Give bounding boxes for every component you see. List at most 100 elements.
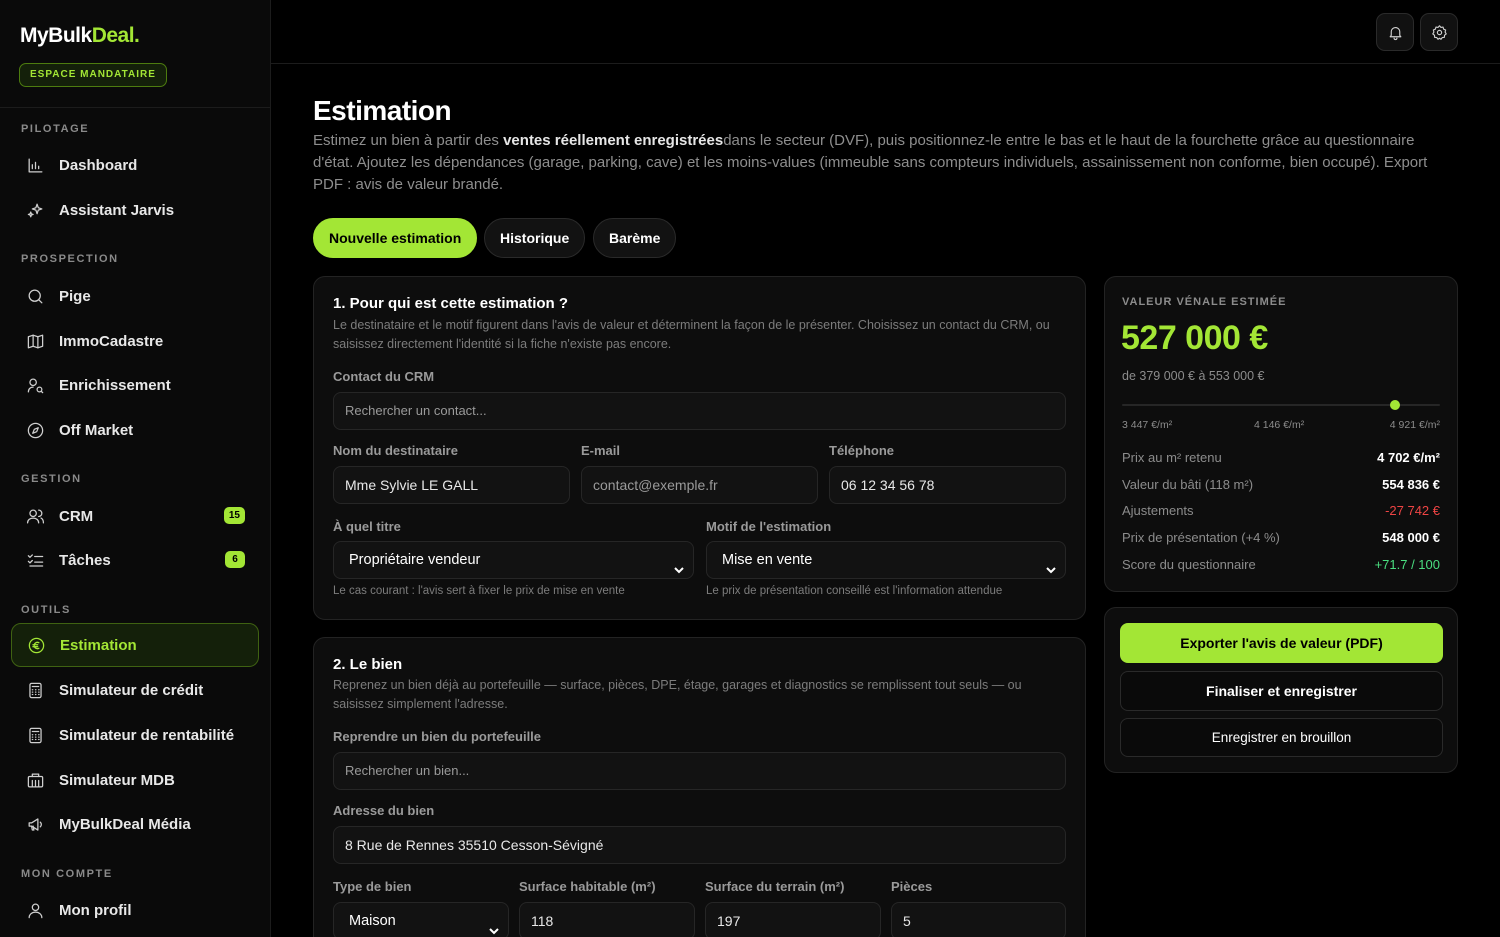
finalize-button[interactable]: Finaliser et enregistrer [1120, 671, 1443, 711]
sidebar-item-enrichissement[interactable]: Enrichissement [11, 363, 259, 407]
stat-label: Prix au m² retenu [1122, 450, 1222, 465]
crm-contact-search-input[interactable]: Rechercher un contact... [333, 392, 1066, 430]
notifications-button[interactable] [1376, 13, 1414, 51]
property-type-select[interactable]: Maison [333, 902, 509, 937]
stat-value: 4 702 €/m² [1377, 450, 1440, 465]
sidebar-item-mon-profil[interactable]: Mon profil [11, 888, 259, 932]
euro-icon [26, 635, 46, 655]
sidebar-item-simulateur-credit[interactable]: Simulateur de crédit [11, 668, 259, 712]
section-title: 2. Le bien [333, 656, 403, 673]
chevron-down-icon [1045, 554, 1057, 574]
range-mid-label: 4 146 €/m² [1254, 419, 1305, 431]
tab-historique[interactable]: Historique [484, 218, 586, 258]
sidebar-item-assistant-jarvis[interactable]: Assistant Jarvis [11, 188, 259, 232]
sidebar-item-pige[interactable]: Pige [11, 274, 259, 318]
living-area-label: Surface habitable (m²) [519, 879, 656, 894]
space-badge: ESPACE MANDATAIRE [19, 63, 167, 87]
email-field[interactable]: contact@exemple.fr [581, 466, 818, 504]
sidebar-item-immocadastre[interactable]: ImmoCadastre [11, 319, 259, 363]
sidebar-item-label: Pige [59, 287, 91, 305]
motif-select[interactable]: Mise en vente [706, 541, 1066, 579]
sidebar-item-taches[interactable]: Tâches 6 [11, 538, 259, 582]
save-draft-button[interactable]: Enregistrer en brouillon [1120, 718, 1443, 757]
role-hint: Le cas courant : l'avis sert à fixer le … [333, 585, 625, 597]
portfolio-search-input[interactable]: Rechercher un bien... [333, 752, 1066, 790]
sidebar-item-label: CRM [59, 507, 94, 525]
stat-value: 554 836 € [1382, 477, 1440, 492]
rooms-label: Pièces [891, 879, 933, 894]
price-range-track [1122, 400, 1440, 410]
map-icon [25, 331, 45, 351]
section-title-outils: OUTILS [21, 604, 71, 616]
sidebar-item-label: Mon profil [59, 901, 132, 919]
export-pdf-button[interactable]: Exporter l'avis de valeur (PDF) [1120, 623, 1443, 663]
motif-hint: Le prix de présentation conseillé est l'… [706, 585, 1003, 597]
land-area-input[interactable]: 197 [705, 902, 881, 937]
property-type-label: Type de bien [333, 879, 412, 894]
sidebar-item-dashboard[interactable]: Dashboard [11, 143, 259, 187]
recipient-name-input[interactable]: Mme Sylvie LE GALL [333, 466, 570, 504]
sidebar-item-label: Simulateur de crédit [59, 681, 204, 699]
checklist-icon [25, 550, 45, 570]
stat-label: Ajustements [1122, 503, 1194, 518]
crm-contact-label: Contact du CRM [333, 369, 435, 384]
living-area-input[interactable]: 118 [519, 902, 695, 937]
recipient-card: 1. Pour qui est cette estimation ? Le de… [313, 276, 1086, 620]
actions-card: Exporter l'avis de valeur (PDF) Finalise… [1104, 607, 1458, 773]
stat-value: -27 742 € [1385, 503, 1440, 518]
crm-count-badge: 15 [223, 507, 245, 524]
section-description: Le destinataire et le motif figurent dan… [333, 318, 1050, 351]
role-select[interactable]: Propriétaire vendeur [333, 541, 694, 579]
sidebar-item-off-market[interactable]: Off Market [11, 408, 259, 452]
address-label: Adresse du bien [333, 803, 435, 818]
calculator-icon [25, 680, 45, 700]
tab-nouvelle-estimation[interactable]: Nouvelle estimation [313, 218, 478, 258]
valuation-card: VALEUR VÉNALE ESTIMÉE 527 000 € de 379 0… [1104, 276, 1458, 592]
stat-label: Prix de présentation (+4 %) [1122, 530, 1280, 545]
sidebar-item-label: Simulateur MDB [59, 771, 175, 789]
page-description: Estimez un bien à partir des ventes réel… [313, 132, 1428, 193]
section-title-gestion: GESTION [21, 473, 82, 485]
sidebar-item-label: ImmoCadastre [59, 332, 164, 350]
range-high-label: 4 921 €/m² [1389, 419, 1440, 431]
search-icon [25, 286, 45, 306]
motif-label: Motif de l'estimation [706, 519, 832, 534]
brand-logo[interactable]: MyBulkDeal. [20, 24, 140, 48]
role-label: À quel titre [333, 519, 401, 534]
user-icon [25, 900, 45, 920]
stat-label: Valeur du bâti (118 m²) [1122, 477, 1254, 492]
section-description: Reprenez un bien déjà au portefeuille — … [333, 678, 1022, 711]
valuation-kicker: VALEUR VÉNALE ESTIMÉE [1122, 296, 1287, 308]
compass-icon [25, 420, 45, 440]
rooms-input[interactable]: 5 [891, 902, 1066, 937]
value-range: de 379 000 € à 553 000 € [1122, 369, 1265, 383]
settings-button[interactable] [1420, 13, 1458, 51]
price-position-marker [1390, 400, 1401, 410]
sidebar-item-simulateur-mdb[interactable]: Simulateur MDB [11, 758, 259, 802]
sidebar-item-simulateur-rentabilite[interactable]: Simulateur de rentabilité [11, 713, 259, 757]
chevron-down-icon [673, 554, 685, 574]
sidebar-item-label: Dashboard [59, 156, 138, 174]
chevron-down-icon [488, 915, 500, 935]
sidebar-item-estimation[interactable]: Estimation [11, 623, 259, 667]
sidebar-item-label: Simulateur de rentabilité [59, 726, 235, 744]
users-icon [25, 506, 45, 526]
sidebar: MyBulkDeal. ESPACE MANDATAIRE PILOTAGE D… [0, 0, 271, 937]
bell-icon [1387, 24, 1404, 41]
page-title: Estimation [313, 95, 452, 126]
taches-count-badge: 6 [225, 551, 245, 568]
phone-field[interactable]: 06 12 34 56 78 [829, 466, 1066, 504]
sparkles-icon [25, 200, 45, 220]
stat-value: +71.7 / 100 [1374, 557, 1440, 572]
portfolio-label: Reprendre un bien du portefeuille [333, 729, 542, 744]
tab-bareme[interactable]: Barème [593, 218, 677, 258]
property-card: 2. Le bien Reprenez un bien déjà au port… [313, 637, 1086, 937]
section-title-pilotage: PILOTAGE [21, 123, 90, 135]
sidebar-item-crm[interactable]: CRM 15 [11, 494, 259, 538]
address-input[interactable]: 8 Rue de Rennes 35510 Cesson-Sévigné [333, 826, 1066, 864]
calculator-icon [25, 725, 45, 745]
sidebar-item-mybulkdeal-media[interactable]: MyBulkDeal Média [11, 802, 259, 846]
stat-label: Score du questionnaire [1122, 557, 1256, 572]
section-title: 1. Pour qui est cette estimation ? [333, 295, 569, 312]
email-label: E-mail [581, 443, 621, 458]
